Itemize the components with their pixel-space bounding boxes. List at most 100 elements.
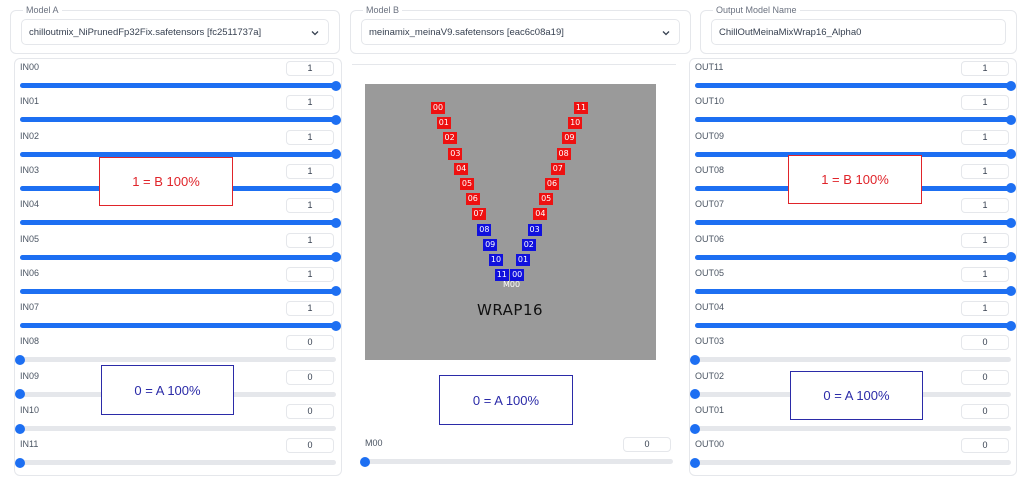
diagram-block: 00 [510, 269, 525, 282]
slider-m00: M00 0 [360, 437, 678, 471]
slider-number-input[interactable]: 0 [286, 369, 334, 385]
slider-track[interactable] [695, 80, 1016, 91]
slider-number-input[interactable]: 1 [286, 129, 334, 145]
slider-in00: IN00 1 [15, 61, 341, 95]
slider-label: OUT11 [695, 62, 724, 72]
slider-number-input[interactable]: 0 [961, 438, 1009, 454]
slider-number-input[interactable]: 1 [961, 163, 1009, 179]
slider-thumb[interactable] [331, 320, 341, 331]
slider-thumb[interactable] [15, 354, 25, 365]
slider-track[interactable] [20, 80, 341, 91]
diagram-block: 08 [477, 223, 492, 236]
slider-label: OUT03 [695, 336, 725, 347]
slider-number-input[interactable]: 0 [961, 369, 1009, 385]
slider-thumb[interactable] [331, 114, 341, 125]
slider-number-input[interactable]: 1 [961, 232, 1009, 248]
slider-track[interactable] [695, 286, 1016, 297]
slider-thumb[interactable] [331, 252, 341, 262]
slider-number-input[interactable]: 0 [623, 437, 671, 452]
slider-thumb[interactable] [1006, 217, 1016, 228]
note-right-a: 0 = A 100% [790, 371, 923, 420]
diagram-block: 02 [442, 132, 457, 145]
slider-track[interactable] [15, 354, 336, 365]
slider-track[interactable] [695, 217, 1016, 228]
slider-thumb[interactable] [360, 456, 370, 467]
slider-number-input[interactable]: 1 [286, 301, 334, 317]
slider-label: IN00 [20, 62, 40, 72]
slider-in06: IN06 1 [15, 266, 341, 301]
slider-track[interactable] [15, 457, 336, 468]
slider-number-input[interactable]: 0 [286, 404, 334, 419]
slider-label: IN01 [20, 96, 40, 107]
diagram-block: 04 [533, 208, 548, 221]
slider-track[interactable] [20, 114, 341, 125]
slider-thumb[interactable] [1006, 80, 1016, 91]
output-name-input[interactable]: ChillOutMeinaMixWrap16_Alpha0 [711, 19, 1006, 45]
model-a-dropdown[interactable]: chilloutmix_NiPrunedFp32Fix.safetensors … [21, 19, 329, 45]
slider-track[interactable] [695, 320, 1016, 331]
slider-thumb[interactable] [331, 149, 341, 160]
diagram-block: 07 [550, 162, 565, 175]
slider-label: IN03 [20, 164, 40, 175]
slider-number-input[interactable]: 0 [286, 335, 334, 351]
slider-thumb[interactable] [1006, 286, 1016, 297]
slider-label: IN06 [20, 267, 40, 278]
slider-track[interactable] [20, 286, 341, 297]
model-a-legend: Model A [23, 5, 62, 16]
slider-number-input[interactable]: 0 [961, 404, 1009, 419]
slider-thumb[interactable] [15, 423, 25, 434]
note-right-b: 1 = B 100% [788, 155, 922, 204]
slider-track[interactable] [20, 252, 341, 262]
slider-label: IN08 [20, 336, 40, 347]
slider-thumb[interactable] [690, 389, 700, 400]
diagram-block: 10 [489, 254, 503, 266]
slider-number-input[interactable]: 1 [286, 232, 334, 248]
slider-track[interactable] [15, 423, 336, 434]
slider-fill [20, 288, 336, 294]
slider-number-input[interactable]: 1 [286, 95, 334, 111]
slider-track[interactable] [695, 252, 1016, 262]
slider-number-input[interactable]: 1 [961, 129, 1009, 145]
slider-number-input[interactable]: 1 [961, 61, 1009, 76]
slider-thumb[interactable] [1006, 149, 1016, 160]
slider-track[interactable] [360, 456, 673, 467]
slider-track[interactable] [690, 457, 1011, 468]
slider-thumb[interactable] [1006, 114, 1016, 125]
slider-number-input[interactable]: 1 [961, 198, 1009, 214]
slider-thumb[interactable] [331, 286, 341, 297]
slider-track[interactable] [20, 149, 341, 160]
slider-number-input[interactable]: 1 [286, 266, 334, 282]
slider-number-input[interactable]: 1 [286, 61, 334, 76]
slider-track[interactable] [695, 114, 1016, 125]
slider-track[interactable] [690, 354, 1011, 365]
slider-number-input[interactable]: 1 [961, 301, 1009, 317]
slider-thumb[interactable] [690, 423, 700, 434]
diagram-block: 09 [562, 132, 577, 145]
slider-thumb[interactable] [1006, 320, 1016, 331]
slider-thumb[interactable] [331, 183, 341, 194]
slider-thumb[interactable] [690, 457, 700, 468]
slider-track[interactable] [20, 217, 341, 228]
slider-thumb[interactable] [1006, 252, 1016, 262]
diagram-block: 06 [545, 178, 559, 190]
slider-thumb[interactable] [15, 457, 25, 468]
slider-number-input[interactable]: 0 [961, 335, 1009, 351]
slider-label: OUT01 [695, 405, 725, 415]
slider-track[interactable] [690, 423, 1011, 434]
slider-track[interactable] [20, 320, 341, 331]
slider-thumb[interactable] [1006, 183, 1016, 194]
slider-number-input[interactable]: 1 [286, 198, 334, 214]
slider-thumb[interactable] [331, 217, 341, 228]
slider-thumb[interactable] [690, 354, 700, 365]
slider-thumb[interactable] [331, 80, 341, 91]
model-a-panel: Model A chilloutmix_NiPrunedFp32Fix.safe… [10, 5, 340, 54]
model-b-dropdown[interactable]: meinamix_meinaV9.safetensors [eac6c08a19… [361, 19, 680, 45]
slider-number-input[interactable]: 1 [961, 266, 1009, 282]
slider-thumb[interactable] [15, 389, 25, 400]
slider-label: IN07 [20, 302, 40, 313]
chevron-down-icon [662, 31, 670, 36]
slider-number-input[interactable]: 0 [286, 438, 334, 454]
slider-number-input[interactable]: 1 [286, 163, 334, 179]
slider-number-input[interactable]: 1 [961, 95, 1009, 111]
slider-out06: OUT06 1 [690, 232, 1016, 267]
